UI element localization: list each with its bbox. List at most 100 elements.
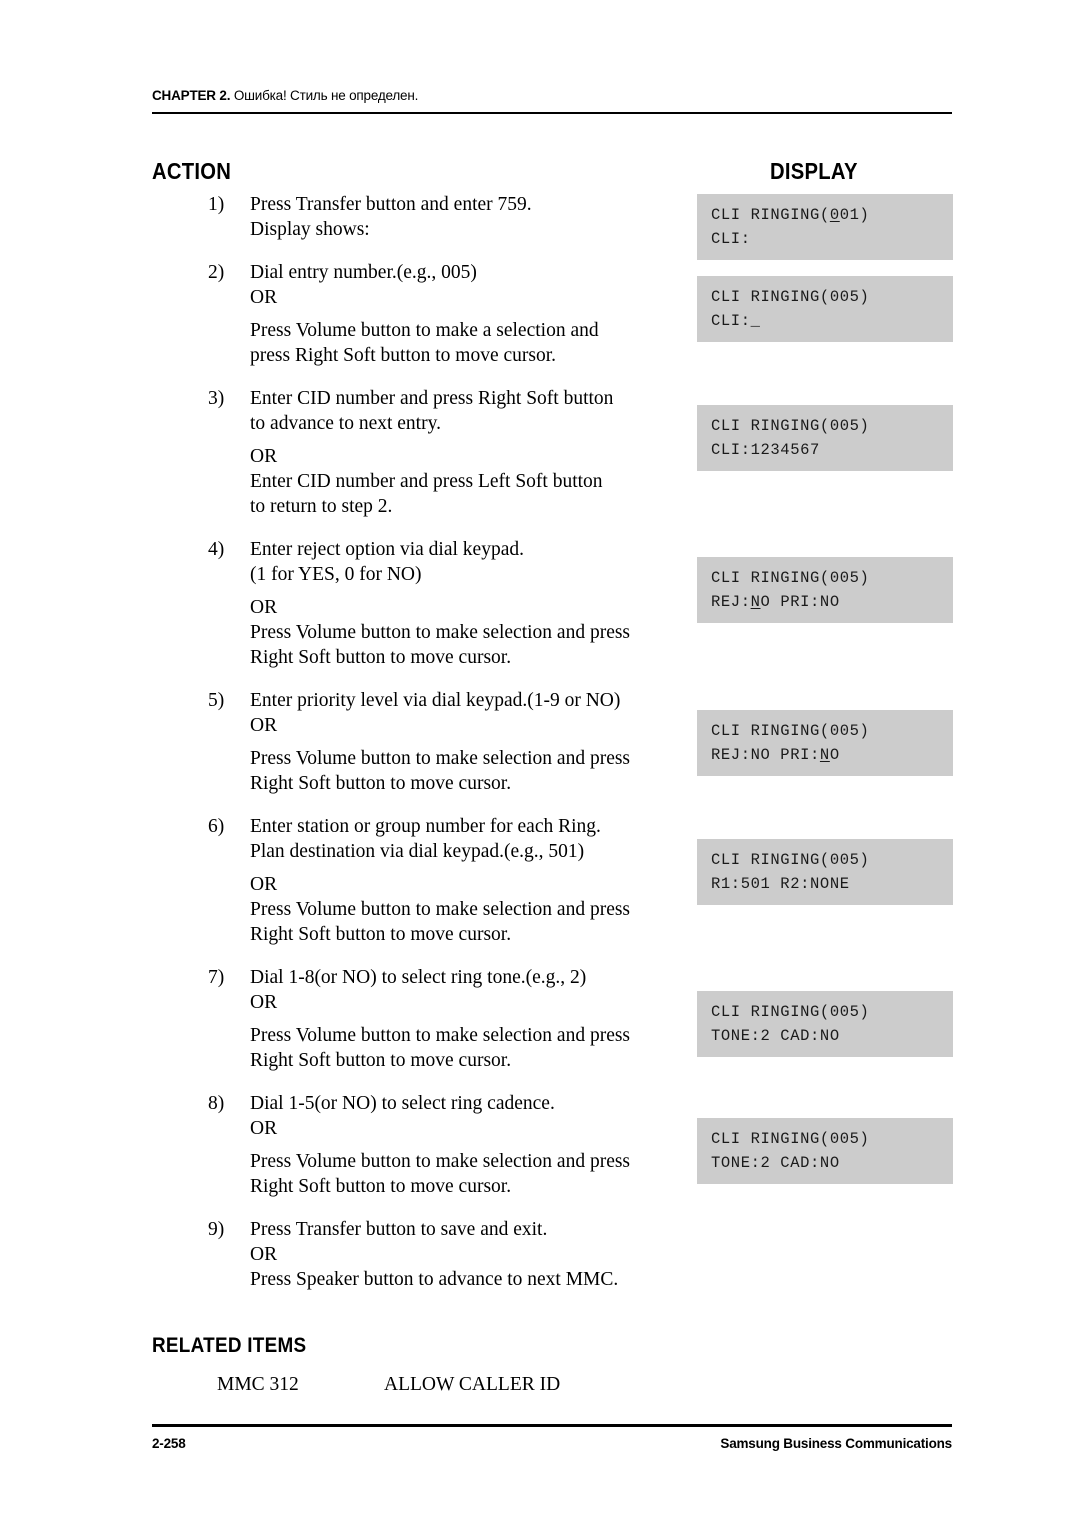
lcd-line-2: REJ:NO PRI:NO (711, 590, 953, 614)
lcd-display: CLI RINGING(005) REJ:NO PRI:NO (697, 557, 953, 623)
step-text: Dial 1-5(or NO) to select ring cadence. O… (250, 1091, 672, 1199)
step-line: OR (250, 446, 278, 467)
lcd-display: CLI RINGING(005) REJ:NO PRI:NO (697, 710, 953, 776)
step-line: OR (250, 597, 278, 618)
related-item-code: MMC 312 (217, 1374, 299, 1395)
step-number: 9) (208, 1219, 225, 1240)
lcd-display: CLI RINGING(005) CLI:_ (697, 276, 953, 342)
related-items-heading: RELATED ITEMS (152, 1334, 307, 1357)
lcd-text-tail: 01) (839, 206, 870, 224)
lcd-text: CLI RINGING(005) (711, 288, 870, 306)
step-line: Right Soft button to move cursor. (250, 773, 512, 794)
step-line: (1 for YES, 0 for NO) (250, 564, 422, 585)
step-text: Press Transfer button to save and exit. O… (250, 1217, 672, 1292)
action-step: 2) Dial entry number.(e.g., 005) OR Press V… (152, 260, 672, 368)
action-step: 5) Enter priority level via dial keypad.(… (152, 688, 672, 796)
step-text: Enter reject option via dial keypad. (1 f… (250, 537, 672, 670)
step-line-spacer (250, 1015, 672, 1023)
step-line: Press Volume button to make selection an… (250, 748, 631, 769)
action-step: 7) Dial 1-8(or NO) to select ring tone.(e… (152, 965, 672, 1073)
step-line: Enter priority level via dial keypad.(1-… (250, 690, 621, 711)
lcd-text: CLI RINGING(005) (711, 722, 870, 740)
lcd-line-1: CLI RINGING(005) (711, 414, 953, 438)
step-text: Press Transfer button and enter 759. Disp… (250, 192, 672, 242)
lcd-cursor-char: 0 (829, 206, 840, 224)
action-steps-list: 1) Press Transfer button and enter 759. Di… (152, 192, 672, 1310)
step-line: press Right Soft button to move cursor. (250, 345, 557, 366)
step-line: Right Soft button to move cursor. (250, 1176, 512, 1197)
lcd-text: TONE:2 CAD:NO (711, 1027, 840, 1045)
step-line: Dial 1-5(or NO) to select ring cadence. (250, 1093, 555, 1114)
lcd-text-tail: O PRI:NO (760, 593, 840, 611)
page-number: 2-258 (152, 1436, 186, 1451)
step-number: 7) (208, 967, 225, 988)
related-item-name: ALLOW CALLER ID (384, 1374, 561, 1395)
step-text: Dial entry number.(e.g., 005) OR Press Vol… (250, 260, 672, 368)
step-line: Display shows: (250, 219, 370, 240)
step-line: OR (250, 992, 278, 1013)
step-line-spacer (250, 587, 672, 595)
step-line: to return to step 2. (250, 496, 393, 517)
lcd-text-tail: _ (750, 312, 761, 330)
step-line: OR (250, 874, 278, 895)
step-line: Enter station or group number for each R… (250, 816, 601, 837)
lcd-line-2: CLI: (711, 227, 953, 251)
lcd-display: CLI RINGING(005) R1:501 R2:NONE (697, 839, 953, 905)
action-step: 9) Press Transfer button to save and exit… (152, 1217, 672, 1292)
step-number: 1) (208, 194, 225, 215)
step-number: 8) (208, 1093, 225, 1114)
lcd-line-1: CLI RINGING(005) (711, 848, 953, 872)
step-number: 6) (208, 816, 225, 837)
lcd-line-2: R1:501 R2:NONE (711, 872, 953, 896)
step-line: OR (250, 1118, 278, 1139)
step-line-spacer (250, 738, 672, 746)
step-number: 4) (208, 539, 225, 560)
lcd-text: TONE:2 CAD:NO (711, 1154, 840, 1172)
lcd-text: CLI RINGING(005) (711, 569, 870, 587)
step-line: Dial entry number.(e.g., 005) (250, 262, 477, 283)
step-line-spacer (250, 436, 672, 444)
lcd-text: CLI RINGING(005) (711, 851, 870, 869)
step-text: Enter CID number and press Right Soft bu… (250, 386, 672, 519)
lcd-line-1: CLI RINGING(005) (711, 285, 953, 309)
step-line: Enter CID number and press Right Soft bu… (250, 388, 614, 409)
footer-divider (152, 1424, 952, 1427)
action-step: 6) Enter station or group number for each… (152, 814, 672, 947)
running-header: CHAPTER 2. Ошибка! Стиль не определен. (152, 88, 952, 103)
lcd-cursor-char: N (750, 593, 761, 611)
step-line-spacer (250, 310, 672, 318)
step-line: Press Volume button to make selection an… (250, 622, 631, 643)
step-number: 2) (208, 262, 225, 283)
lcd-text: CLI RINGING(005) (711, 417, 870, 435)
step-line-spacer (250, 864, 672, 872)
lcd-cursor-char: N (819, 746, 830, 764)
lcd-line-1: CLI RINGING(005) (711, 1127, 953, 1151)
step-line: to advance to next entry. (250, 413, 441, 434)
step-line: Press Volume button to make a selection … (250, 320, 599, 341)
lcd-line-2: REJ:NO PRI:NO (711, 743, 953, 767)
lcd-line-1: CLI RINGING(005) (711, 719, 953, 743)
lcd-display: CLI RINGING(005) TONE:2 CAD:NO (697, 991, 953, 1057)
step-line: Enter reject option via dial keypad. (250, 539, 524, 560)
action-column-heading: ACTION (152, 158, 232, 184)
step-text: Enter station or group number for each R… (250, 814, 672, 947)
footer-company: Samsung Business Communications (720, 1436, 952, 1451)
lcd-line-1: CLI RINGING(005) (711, 1000, 953, 1024)
lcd-text: CLI: (711, 312, 751, 330)
lcd-line-2: TONE:2 CAD:NO (711, 1151, 953, 1175)
chapter-title: Ошибка! Стиль не определен. (233, 88, 419, 103)
step-line: OR (250, 1244, 278, 1265)
lcd-line-1: CLI RINGING(005) (711, 566, 953, 590)
step-line: Press Transfer button to save and exit. (250, 1219, 548, 1240)
step-text: Enter priority level via dial keypad.(1-… (250, 688, 672, 796)
step-line: OR (250, 287, 278, 308)
lcd-text: REJ: (711, 593, 751, 611)
lcd-display: CLI RINGING(001) CLI: (697, 194, 953, 260)
lcd-text: CLI:1234567 (711, 441, 820, 459)
action-step: 1) Press Transfer button and enter 759. Di… (152, 192, 672, 242)
step-line: Press Volume button to make selection an… (250, 899, 631, 920)
lcd-text: CLI: (711, 230, 751, 248)
action-step: 3) Enter CID number and press Right Soft … (152, 386, 672, 519)
lcd-line-2: CLI:1234567 (711, 438, 953, 462)
document-page: CHAPTER 2. Ошибка! Стиль не определен. A… (0, 0, 1080, 1527)
